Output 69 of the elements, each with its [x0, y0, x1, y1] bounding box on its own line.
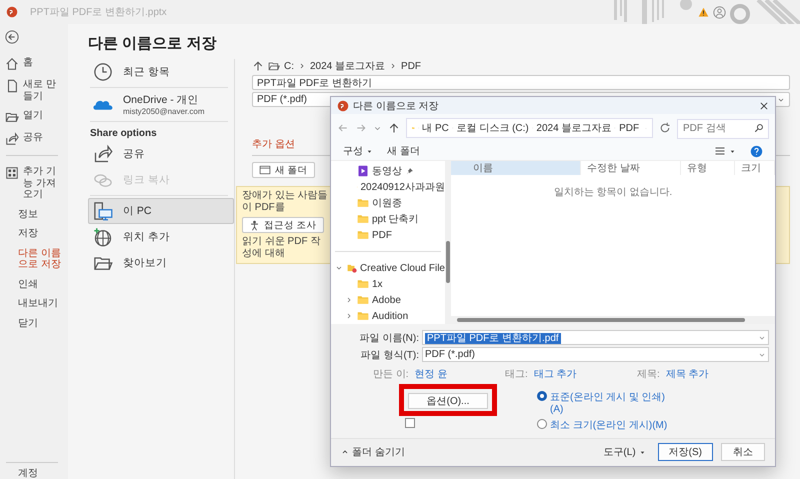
cancel-button[interactable]: 취소	[721, 443, 765, 461]
metadata-label: 태그:	[505, 368, 528, 381]
radio-option[interactable]: 최소 크기(온라인 게시)(M)	[537, 418, 677, 432]
nav-item[interactable]: 인쇄	[0, 274, 68, 294]
nav-item[interactable]: 새로 만들기	[0, 75, 68, 106]
tools-button[interactable]: 도구(L)	[599, 445, 650, 459]
banner-text: 장애가 있는 사람들이 PDF를	[242, 190, 329, 214]
nav-item[interactable]: 정보	[0, 204, 68, 224]
new-folder-button[interactable]: 새 폴더	[252, 162, 315, 178]
folder-tree-item[interactable]: PDF	[331, 227, 445, 243]
nav-item[interactable]: 홈	[0, 53, 68, 75]
file-name-field[interactable]: PPT파일 PDF로 변환하기	[252, 75, 790, 90]
search-field[interactable]: PDF 검색	[677, 118, 769, 138]
nav-item[interactable]: 닫기	[0, 314, 68, 333]
folder-tree-item[interactable]: Creative Cloud File	[331, 260, 445, 276]
folder-tree-item[interactable]: 1x	[331, 276, 445, 292]
path-segment[interactable]: PDF	[619, 122, 640, 134]
file-type-dropdown[interactable]: PDF (*.pdf)	[422, 347, 769, 362]
column-header[interactable]: 유형	[681, 161, 735, 175]
folder-tree-item[interactable]: 이원종	[331, 195, 445, 211]
accessibility-check-button[interactable]: 접근성 조사	[242, 217, 324, 233]
metadata-value[interactable]: 태그 추가	[534, 367, 577, 381]
metadata-value[interactable]: 제목 추가	[666, 367, 709, 381]
nav-item[interactable]: 다른 이름으로 저장	[0, 244, 68, 274]
path-segment[interactable]: 내 PC	[422, 121, 449, 135]
location-item[interactable]: 위치 추가	[88, 224, 234, 250]
column-header[interactable]: 수정한 날짜	[581, 161, 681, 175]
location-item[interactable]: 공유	[88, 141, 234, 167]
path-segment[interactable]: 2024 블로그자료	[310, 59, 386, 73]
column-header[interactable]: 이름	[451, 161, 581, 175]
nav-item[interactable]: 열기	[0, 106, 68, 128]
radio-option[interactable]: 표준(온라인 게시 및 인쇄)(A)	[537, 390, 677, 415]
path-segment[interactable]: C:	[284, 60, 294, 72]
section-heading: Share options	[89, 127, 158, 141]
location-item[interactable]: 최근 항목	[88, 59, 234, 85]
nav-item[interactable]: 공유	[0, 128, 68, 150]
folder-tree-item[interactable]: Audition	[331, 308, 445, 324]
empty-message: 일치하는 항목이 없습니다.	[554, 187, 672, 198]
nav-item[interactable]: 내보내기	[0, 294, 68, 314]
accessible-pdf-link[interactable]: 읽기 쉬운 PDF 작성에 대해	[242, 236, 330, 260]
column-header[interactable]: 크기	[735, 161, 775, 175]
folder-tree-item[interactable]: ppt 단축키	[331, 211, 445, 227]
folder-tree-item[interactable]: Adobe	[331, 292, 445, 308]
toolbar-button[interactable]: 새 폴더	[387, 144, 420, 158]
location-item[interactable]: 이 PC	[88, 198, 234, 224]
path-segment[interactable]: 로컬 디스크 (C:)	[456, 121, 529, 135]
toolbar-button[interactable]: 구성	[343, 144, 373, 158]
location-item[interactable]: OneDrive - 개인 misty2050@naver.com	[88, 90, 234, 119]
path-segment[interactable]: 2024 블로그자료	[536, 121, 612, 135]
options-button[interactable]: 옵션(O)...	[408, 393, 488, 409]
nav-item[interactable]: 추가 기능 가져오기	[0, 162, 68, 204]
metadata-value[interactable]: 현정 윤	[414, 367, 448, 381]
window-title: PPT파일 PDF로 변환하기.pptx	[30, 6, 167, 19]
address-bar[interactable]: 내 PC 로컬 디스크 (C:) 2024 블로그자료 PDF	[406, 118, 653, 138]
metadata-label: 만든 이:	[373, 368, 409, 381]
dialog-title: 다른 이름으로 저장	[353, 100, 439, 112]
save-button[interactable]: 저장(S)	[658, 443, 713, 461]
page-title: 다른 이름으로 저장	[88, 34, 218, 53]
metadata-label: 제목:	[637, 368, 660, 381]
nav-item[interactable]: 저장	[0, 224, 68, 244]
hide-folders-button[interactable]: 폴더 숨기기	[337, 445, 409, 459]
file-name-field[interactable]: PPT파일 PDF로 변환하기.pdf	[422, 330, 769, 345]
folder-tree-item[interactable]: 동영상	[331, 163, 445, 179]
field-label: 파일 이름(N):	[358, 332, 419, 344]
location-item[interactable]: 찾아보기	[88, 250, 234, 276]
path-segment[interactable]: PDF	[401, 60, 422, 72]
nav-item[interactable]: 계정	[6, 464, 42, 479]
field-label: 파일 형식(T):	[360, 348, 419, 362]
folder-tree-item[interactable]: 20240912사과과원	[331, 179, 445, 195]
